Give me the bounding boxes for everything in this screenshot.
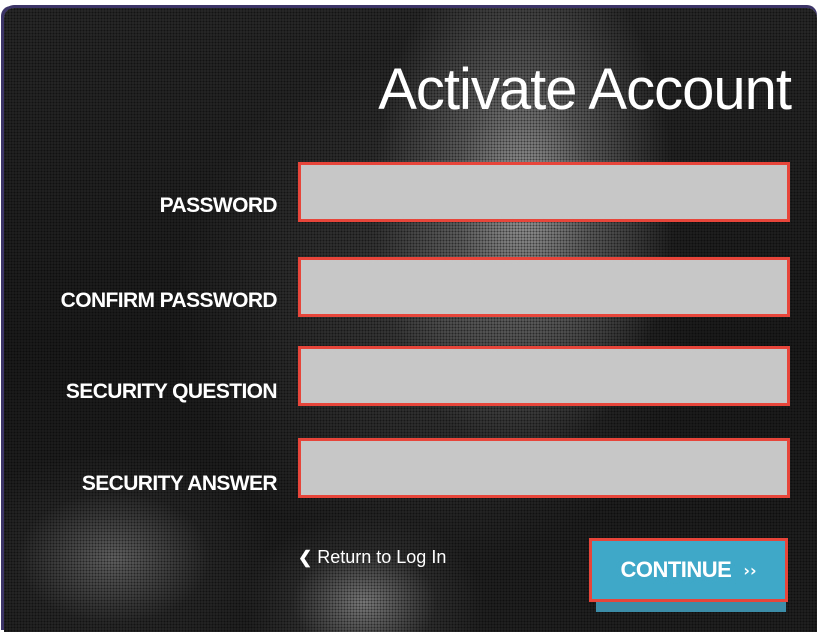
return-to-login-link[interactable]: ❮ Return to Log In [298, 547, 446, 568]
confirm-password-field[interactable] [298, 257, 790, 317]
security-answer-label: SECURITY ANSWER [81, 472, 278, 495]
page-title: Activate Account [378, 57, 792, 122]
security-answer-field[interactable] [298, 438, 790, 498]
password-label: PASSWORD [159, 194, 278, 217]
return-to-login-label: Return to Log In [317, 547, 447, 567]
security-question-field[interactable] [298, 346, 790, 406]
activate-account-panel: Activate Account PASSWORD CONFIRM PASSWO… [4, 8, 817, 632]
security-question-label: SECURITY QUESTION [65, 380, 278, 403]
continue-button-label: CONTINUE [620, 557, 732, 582]
password-field[interactable] [298, 162, 790, 222]
double-chevron-right-icon: ›› [743, 560, 757, 580]
chevron-left-icon: ❮ [298, 547, 313, 567]
continue-button[interactable]: CONTINUE ›› [589, 538, 788, 602]
confirm-password-label: CONFIRM PASSWORD [60, 289, 278, 312]
